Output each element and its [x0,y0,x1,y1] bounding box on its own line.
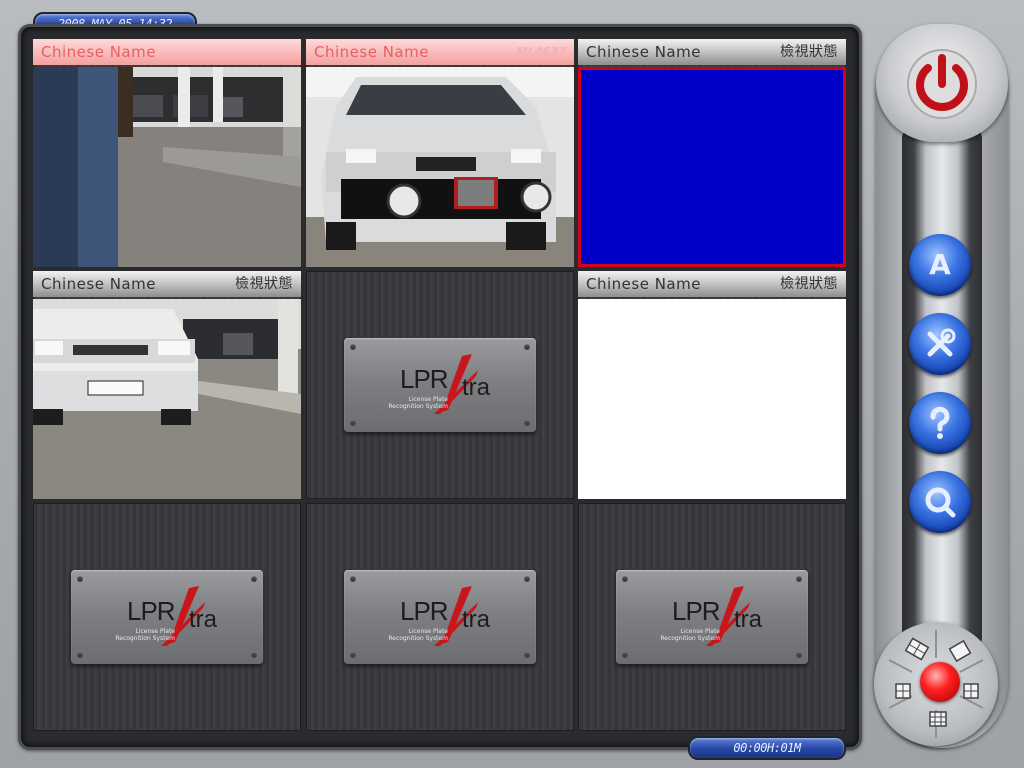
camera-cell-4[interactable]: Chinese Name 檢視狀態 [33,271,301,499]
letter-a-button[interactable]: A [909,234,971,296]
blank-camera-view[interactable] [578,299,846,499]
camera-name: Chinese Name [41,275,156,293]
camera-feed-2 [306,67,574,267]
search-button[interactable] [909,471,971,533]
help-button[interactable] [909,392,971,454]
layout-nine-icon[interactable] [929,711,947,727]
camera-cell-1-titlebar: Chinese Name [33,39,301,65]
camera-cell-3-titlebar: Chinese Name 檢視狀態 [578,39,846,65]
elapsed-time-display: 00:00H:01M [688,736,846,760]
camera-status: 檢視狀態 [780,44,838,60]
camera-cell-2[interactable]: Chinese Name ML4637 [306,39,574,267]
lprxtra-logo: LPR tra License Plate Recognition System [71,570,263,664]
letter-a-icon: A [929,248,951,281]
lprxtra-logo: LPR tra License Plate Recognition System [344,338,536,432]
camera-cell-6-titlebar: Chinese Name 檢視狀態 [578,271,846,297]
camera-cell-1[interactable]: Chinese Name [33,39,301,267]
search-icon [925,487,956,518]
camera-name: Chinese Name [586,275,701,293]
empty-cell-7[interactable]: LPR tra License Plate Recognition System [33,503,301,731]
empty-cell-9[interactable]: LPR tra License Plate Recognition System [578,503,846,731]
empty-cell-5[interactable]: LPR tra License Plate Recognition System [306,271,574,499]
layout-six-icon[interactable] [963,683,979,699]
tools-button[interactable] [909,313,971,375]
camera-status: 檢視狀態 [780,276,838,292]
camera-feed-1 [33,67,301,267]
record-button[interactable] [920,662,960,702]
layout-four-icon[interactable] [895,683,911,699]
camera-cell-3[interactable]: Chinese Name 檢視狀態 [578,39,846,267]
camera-name: Chinese Name [314,43,429,61]
tools-icon [927,328,956,357]
camera-grid-panel: Chinese Name Chinese Name ML4637 Chinese… [18,24,862,750]
camera-feed-4 [33,299,301,499]
side-rail [902,128,982,648]
camera-name: Chinese Name [586,43,701,61]
camera-cell-6[interactable]: Chinese Name 檢視狀態 [578,271,846,499]
help-icon [930,406,950,439]
camera-name: Chinese Name [41,43,156,61]
power-icon [907,49,977,119]
lprxtra-logo: LPR tra License Plate Recognition System [344,570,536,664]
plate-number: ML4637 [516,45,567,59]
selected-camera-view[interactable] [578,67,846,267]
camera-cell-4-titlebar: Chinese Name 檢視狀態 [33,271,301,297]
layout-quad-icon[interactable] [904,637,930,661]
camera-status: 檢視狀態 [235,276,293,292]
power-button[interactable] [876,24,1008,142]
empty-cell-8[interactable]: LPR tra License Plate Recognition System [306,503,574,731]
camera-cell-2-titlebar: Chinese Name ML4637 [306,39,574,65]
layout-single-icon[interactable] [948,639,972,663]
lprxtra-logo: LPR tra License Plate Recognition System [616,570,808,664]
